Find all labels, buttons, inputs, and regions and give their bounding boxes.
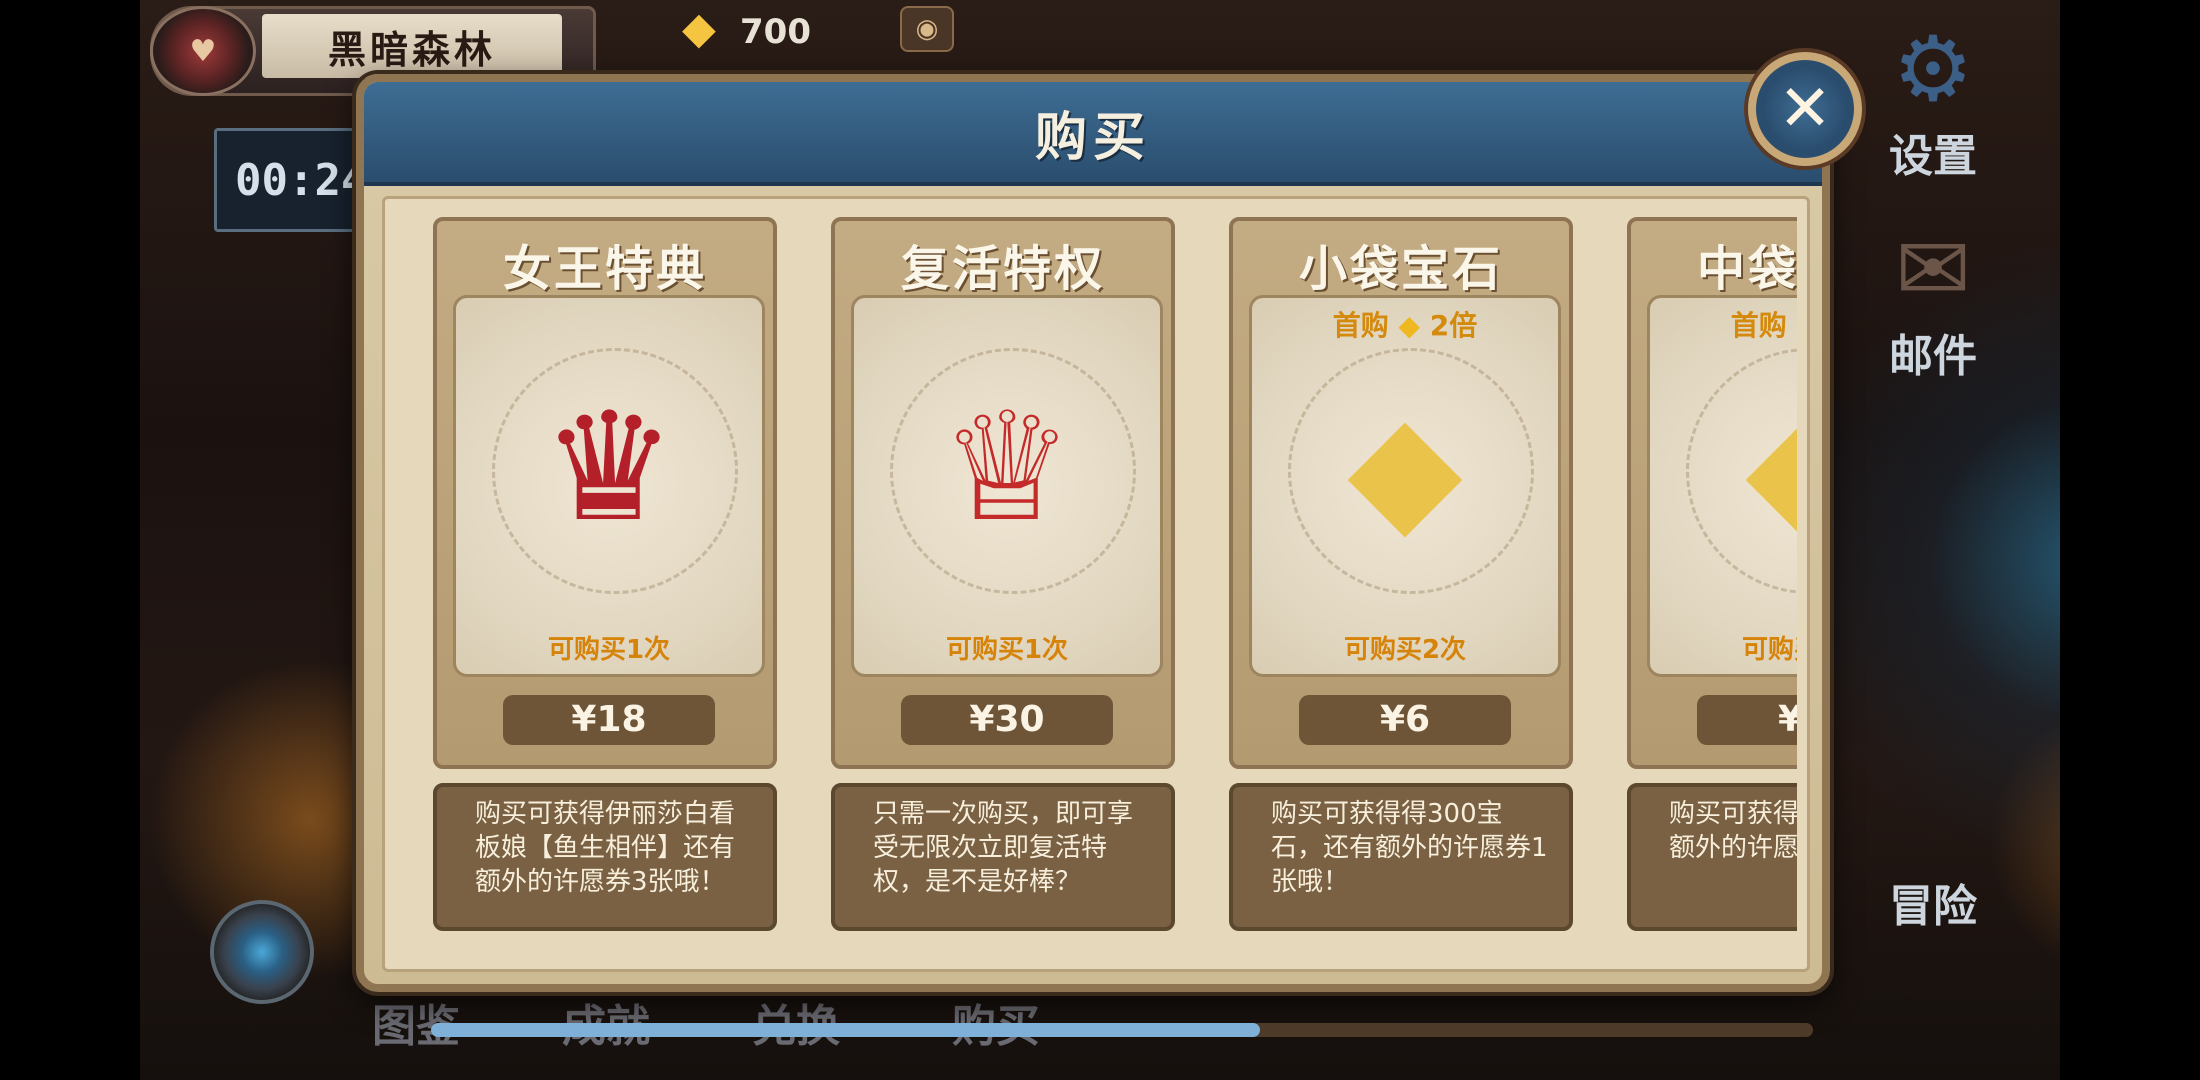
small-gem-bag-art: 首购 ◆ 2倍 ◆ 可购买2次 (1249, 295, 1561, 677)
gem-bag-icon: ◆ (1650, 338, 1797, 598)
purchase-limit: 可购买1次 (547, 635, 671, 665)
stage-name: 黑暗森林 (262, 14, 562, 78)
card-description: 购买可获得得300宝石，还有额外的许愿券1张哦！ (1229, 783, 1573, 931)
price-button[interactable]: ¥30 (901, 695, 1113, 745)
nav-atlas[interactable]: 图鉴 (372, 990, 460, 1054)
card-title: 女王特典 (502, 241, 707, 297)
compass-icon[interactable] (210, 900, 314, 1004)
purchase-limit: 可购买2次 (1741, 635, 1797, 665)
nav-exchange[interactable]: 兑换 (752, 990, 840, 1054)
card-description: 购买可获得得石，还有额外的许愿券2张哦！ (1627, 783, 1797, 931)
card-frame: 复活特权 ♕ 可购买1次 ¥30 (831, 217, 1175, 769)
crown-icon: ♕ (939, 381, 1075, 555)
dialog-body: 女王特典 ♛ 可购买1次 ¥18 购买可获得伊丽莎白看板娘【鱼生相伴】还有额外的… (382, 196, 1813, 1037)
crowned-girl-art: ♕ 可购买1次 (851, 295, 1163, 677)
left-letterbox (0, 0, 140, 1080)
gem-count: 700 (740, 12, 811, 52)
medium-gem-bag-art: 首购 ◆ 2倍 ◆ 可购买2次 (1647, 295, 1797, 677)
dialog-title: 购买 (1034, 107, 1151, 168)
card-title: 小袋宝石 (1298, 241, 1503, 297)
purchase-dialog: 购买 女王特典 ♛ 可购买1次 ¥18 购买可获得伊丽莎白看板娘【鱼生相伴】还有… (356, 74, 1830, 1037)
camera-icon[interactable]: ◉ (900, 6, 954, 52)
card-title: 中袋宝石 (1696, 241, 1797, 297)
price-button[interactable]: ¥1 (1697, 695, 1797, 745)
mail-label: 邮件 (1889, 331, 1977, 382)
card-description: 购买可获得伊丽莎白看板娘【鱼生相伴】还有额外的许愿券3张哦！ (433, 783, 777, 931)
adventure-button[interactable]: 冒险 (1858, 870, 2008, 934)
dialog-header: 购买 (364, 82, 1822, 186)
cards-scroller[interactable]: 女王特典 ♛ 可购买1次 ¥18 购买可获得伊丽莎白看板娘【鱼生相伴】还有额外的… (433, 217, 1797, 937)
settings-label: 设置 (1889, 131, 1977, 182)
card-title: 复活特权 (900, 241, 1105, 297)
gem-icon: ◆ (682, 3, 716, 54)
card-frame: 中袋宝石 首购 ◆ 2倍 ◆ 可购买2次 ¥1 (1627, 217, 1797, 769)
gear-icon: ⚙ (1892, 17, 1974, 122)
card-frame: 小袋宝石 首购 ◆ 2倍 ◆ 可购买2次 ¥6 (1229, 217, 1573, 769)
nav-achievement[interactable]: 成就 (562, 990, 650, 1054)
scrollbar-thumb[interactable] (431, 1023, 1261, 1037)
price-button[interactable]: ¥6 (1299, 695, 1511, 745)
card-frame: 女王特典 ♛ 可购买1次 ¥18 (433, 217, 777, 769)
purchase-limit: 可购买1次 (945, 635, 1069, 665)
close-x-icon: ✕ (1778, 72, 1832, 146)
adventure-label: 冒险 (1889, 881, 1977, 932)
close-button[interactable]: ✕ (1748, 52, 1862, 166)
right-letterbox (2060, 0, 2200, 1080)
heart-crest-icon[interactable]: ♥ (150, 6, 256, 96)
card-description: 只需一次购买，即可享受无限次立即复活特权，是不是好棒？ (831, 783, 1175, 931)
horizontal-scrollbar[interactable] (431, 1023, 1813, 1037)
queen-character-art: ♛ 可购买1次 (453, 295, 765, 677)
purchase-limit: 可购买2次 (1343, 635, 1467, 665)
price-button[interactable]: ¥18 (503, 695, 715, 745)
crown-icon: ♛ (541, 381, 677, 555)
gem-bag-icon: ◆ (1347, 381, 1463, 555)
nav-buy[interactable]: 购买 (952, 990, 1040, 1054)
settings-button[interactable]: ⚙ 设置 (1858, 20, 2008, 184)
mailbox-icon: ✉ (1895, 217, 1971, 322)
mail-button[interactable]: ✉ 邮件 (1858, 220, 2008, 384)
